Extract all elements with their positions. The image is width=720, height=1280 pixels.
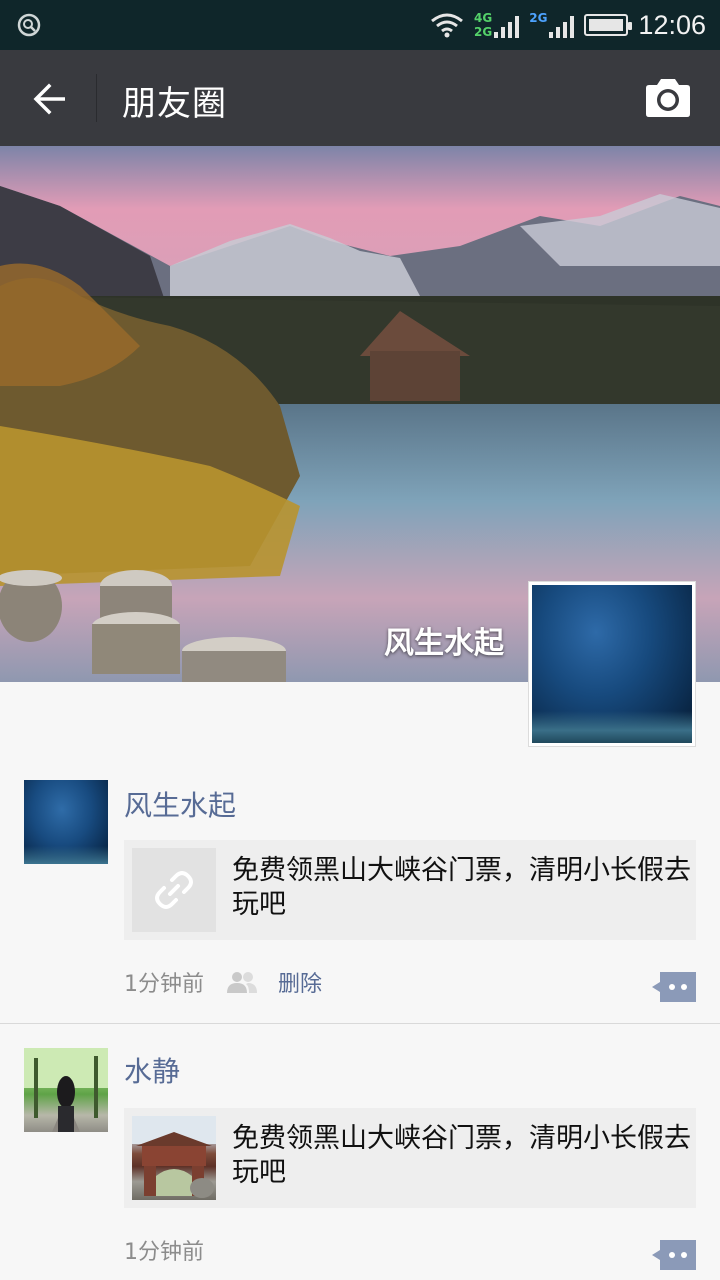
cover-username: 风生水起: [384, 626, 504, 661]
comment-icon[interactable]: [652, 1240, 696, 1270]
network-type-label-sim2: 2G: [529, 11, 548, 25]
header-divider: [96, 74, 97, 122]
post-avatar[interactable]: [24, 780, 108, 864]
comment-icon[interactable]: [652, 972, 696, 1002]
post-author[interactable]: 水静: [124, 1050, 180, 1090]
link-thumbnail: [132, 848, 216, 932]
status-bar: 4G 2G 2G 12:06: [0, 0, 720, 50]
back-button[interactable]: [22, 72, 76, 126]
friends-visibility-icon[interactable]: [226, 971, 258, 993]
battery-icon: [584, 14, 633, 36]
profile-avatar[interactable]: [528, 581, 696, 747]
network-type-label: 4G: [474, 11, 493, 25]
post-author[interactable]: 风生水起: [124, 784, 236, 824]
network-type-label-2: 2G: [474, 25, 493, 39]
signal-sim1: 4G 2G: [474, 11, 520, 39]
signal-sim2: 2G: [529, 11, 575, 38]
signal-bars-icon-2: [549, 14, 575, 38]
arrow-left-icon: [33, 83, 65, 115]
link-card[interactable]: 免费领黑山大峡谷门票，清明小长假去玩吧: [124, 1108, 696, 1208]
camera-icon[interactable]: [642, 76, 694, 120]
delete-link[interactable]: 删除: [278, 966, 322, 998]
app-header: 朋友圈: [0, 50, 720, 146]
notification-icon: [17, 13, 41, 37]
feed-post: 水静 免费领黑山大峡谷门票，清明小长假去玩吧 1分钟前: [0, 1024, 720, 1280]
gate-image: [132, 1116, 216, 1198]
post-time: 1分钟前: [124, 972, 204, 997]
clock: 12:06: [638, 9, 706, 40]
link-icon: [155, 871, 193, 909]
signal-bars-icon: [494, 14, 520, 38]
avatar-photo: [24, 1048, 108, 1132]
link-title: 免费领黑山大峡谷门票，清明小长假去玩吧: [232, 1123, 691, 1188]
post-meta: 1分钟前 删除: [124, 966, 322, 998]
post-meta: 1分钟前: [124, 1234, 204, 1266]
link-thumbnail: [132, 1116, 216, 1200]
link-title: 免费领黑山大峡谷门票，清明小长假去玩吧: [232, 855, 691, 920]
post-time: 1分钟前: [124, 1240, 204, 1265]
post-avatar[interactable]: [24, 1048, 108, 1132]
wifi-icon: [431, 13, 463, 38]
page-title: 朋友圈: [122, 84, 227, 124]
link-card[interactable]: 免费领黑山大峡谷门票，清明小长假去玩吧: [124, 840, 696, 940]
